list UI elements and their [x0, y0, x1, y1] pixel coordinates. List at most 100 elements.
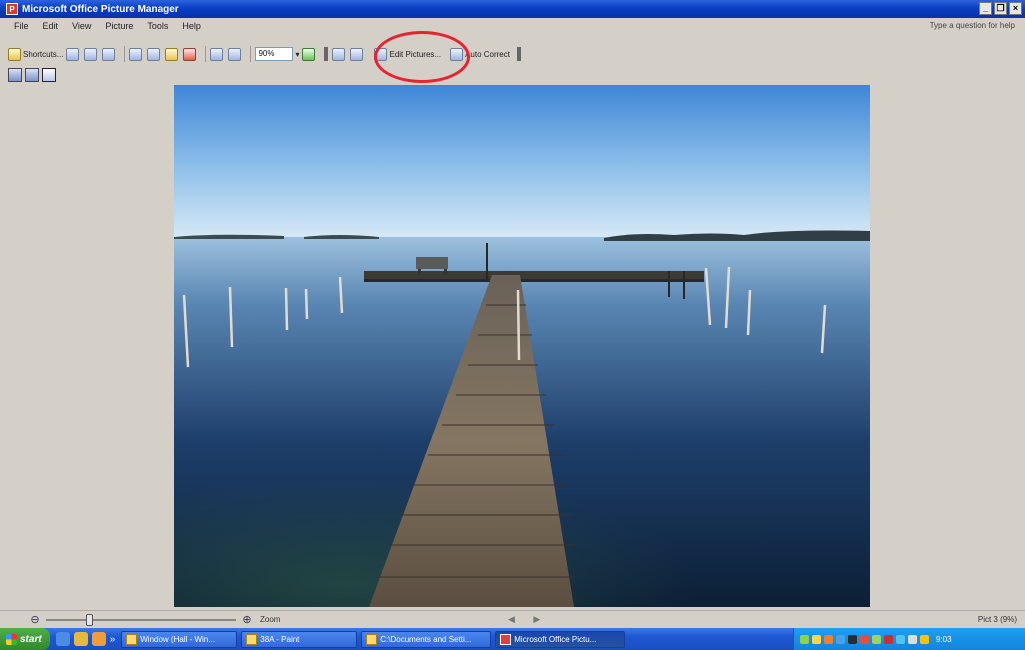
tray-bluetooth-icon[interactable] — [896, 634, 905, 644]
taskbar-button-ie[interactable]: Window (Hall - Win... — [121, 630, 238, 648]
lake-pier-photo[interactable] — [174, 85, 870, 607]
redo-button[interactable] — [228, 45, 243, 63]
toolbar-separator — [250, 46, 252, 62]
save-icon — [66, 47, 80, 61]
toolbar-grip[interactable] — [324, 47, 329, 61]
zoom-slider-thumb[interactable] — [86, 613, 93, 626]
zoom-icon — [302, 47, 316, 61]
taskbar-button-folder[interactable]: C:\Documents and Setti... — [361, 630, 492, 648]
zoom-out-icon[interactable]: ⊖ — [28, 613, 42, 626]
edit-pictures-label: Edit Pictures... — [389, 49, 442, 59]
quicklaunch-more-chevron[interactable]: » — [110, 634, 116, 645]
zoom-slider-track — [46, 618, 236, 621]
windows-flag-icon — [6, 633, 17, 645]
tray-volume-icon[interactable] — [812, 634, 821, 644]
zoom-dropdown-arrow[interactable]: ▾ — [295, 45, 299, 63]
delete-icon — [183, 47, 197, 61]
tray-security-icon[interactable] — [824, 634, 833, 644]
toolbar-grip[interactable] — [516, 47, 521, 61]
picture-manager-window: P Microsoft Office Picture Manager _ ❐ ×… — [0, 0, 1025, 650]
rotate-left-button[interactable] — [332, 45, 347, 63]
tray-display-icon[interactable] — [908, 634, 917, 644]
menu-picture[interactable]: Picture — [105, 21, 133, 31]
cut-icon — [129, 47, 143, 61]
standard-toolbar: Shortcuts... 90% ▾ Edit Pictures... Auto… — [0, 40, 1025, 68]
paint-icon — [246, 633, 258, 645]
edit-pictures-button[interactable]: Edit Pictures... — [374, 45, 441, 63]
taskbar-button-label: Window (Hall - Win... — [140, 634, 215, 644]
auto-correct-icon — [450, 47, 464, 61]
picture-manager-icon — [500, 633, 512, 645]
quicklaunch-media-icon[interactable] — [91, 632, 106, 646]
save-button[interactable] — [66, 45, 81, 63]
auto-correct-button[interactable]: Auto Correct — [450, 45, 510, 63]
delete-button[interactable] — [183, 45, 198, 63]
window-controls: _ ❐ × — [979, 2, 1022, 15]
auto-correct-label: Auto Correct — [465, 49, 510, 59]
zoom-slider[interactable] — [46, 613, 236, 626]
menu-help[interactable]: Help — [182, 21, 201, 31]
view-switcher — [8, 68, 56, 84]
start-label: start — [20, 633, 42, 645]
menu-bar: File Edit View Picture Tools Help Type a… — [0, 18, 1025, 34]
system-tray: 9:03 — [793, 628, 1025, 650]
picture-nav-arrows[interactable]: ◀ ▶ — [508, 614, 548, 625]
taskbar-button-label: 38A - Paint — [260, 634, 300, 644]
rotate-right-button[interactable] — [350, 45, 365, 63]
close-button[interactable]: × — [1009, 2, 1022, 15]
tray-network-icon[interactable] — [800, 634, 809, 644]
toolbar-separator — [205, 46, 207, 62]
zoom-in-button[interactable] — [302, 45, 317, 63]
start-button[interactable]: start — [0, 628, 50, 650]
menu-view[interactable]: View — [72, 21, 91, 31]
zoom-dropdown[interactable]: 90% — [255, 47, 294, 61]
redo-icon — [228, 47, 242, 61]
filmstrip-view-icon[interactable] — [25, 68, 39, 82]
status-picture-info: Pict 3 (9%) — [977, 615, 1017, 624]
copy-icon — [147, 47, 161, 61]
print-icon — [84, 47, 98, 61]
quicklaunch-ie-icon[interactable] — [55, 632, 70, 646]
single-picture-view-icon[interactable] — [42, 68, 56, 82]
picture-manager-icon: P — [6, 3, 18, 15]
tray-alert-icon[interactable] — [860, 634, 869, 644]
copy-button[interactable] — [147, 45, 162, 63]
taskbar-buttons: Window (Hall - Win... 38A - Paint C:\Docum… — [121, 630, 629, 648]
title-bar[interactable]: P Microsoft Office Picture Manager _ ❐ × — [0, 0, 1025, 18]
taskbar-clock[interactable]: 9:03 — [936, 635, 952, 644]
edit-pictures-icon — [374, 47, 388, 61]
rotate-left-icon — [332, 47, 346, 61]
zoom-label: Zoom — [260, 615, 281, 624]
toolbar-separator — [124, 46, 126, 62]
paste-icon — [165, 47, 179, 61]
thumbnail-view-icon[interactable] — [8, 68, 22, 82]
zoom-in-icon[interactable]: ⊕ — [240, 613, 254, 626]
menu-file[interactable]: File — [14, 21, 29, 31]
help-search-box[interactable]: Type a question for help — [930, 21, 1015, 30]
tray-update-icon[interactable] — [836, 634, 845, 644]
taskbar-button-picture-manager[interactable]: Microsoft Office Pictu... — [495, 630, 626, 648]
restore-button[interactable]: ❐ — [994, 2, 1007, 15]
minimize-button[interactable]: _ — [979, 2, 992, 15]
cut-button[interactable] — [129, 45, 144, 63]
menu-edit[interactable]: Edit — [43, 21, 59, 31]
tray-app-icon[interactable] — [848, 634, 857, 644]
menu-tools[interactable]: Tools — [147, 21, 168, 31]
shortcuts-button[interactable]: Shortcuts... — [8, 45, 63, 63]
taskbar-button-paint[interactable]: 38A - Paint — [241, 630, 358, 648]
picture-preview-area — [0, 84, 1025, 608]
tray-power-icon[interactable] — [920, 634, 929, 644]
folder-icon — [366, 633, 378, 645]
tray-antivirus-icon[interactable] — [884, 634, 893, 644]
undo-button[interactable] — [210, 45, 225, 63]
window-title: Microsoft Office Picture Manager — [22, 3, 179, 15]
print-button[interactable] — [84, 45, 99, 63]
mail-button[interactable] — [102, 45, 117, 63]
windows-taskbar: start » Window (Hall - Win... 38A - Paint… — [0, 628, 1025, 650]
paste-button[interactable] — [165, 45, 180, 63]
taskbar-button-label: Microsoft Office Pictu... — [514, 634, 597, 644]
shortcuts-label: Shortcuts... — [23, 49, 64, 59]
tray-sync-icon[interactable] — [872, 634, 881, 644]
quicklaunch-mail-icon[interactable] — [73, 632, 88, 646]
taskbar-button-label: C:\Documents and Setti... — [380, 634, 472, 644]
